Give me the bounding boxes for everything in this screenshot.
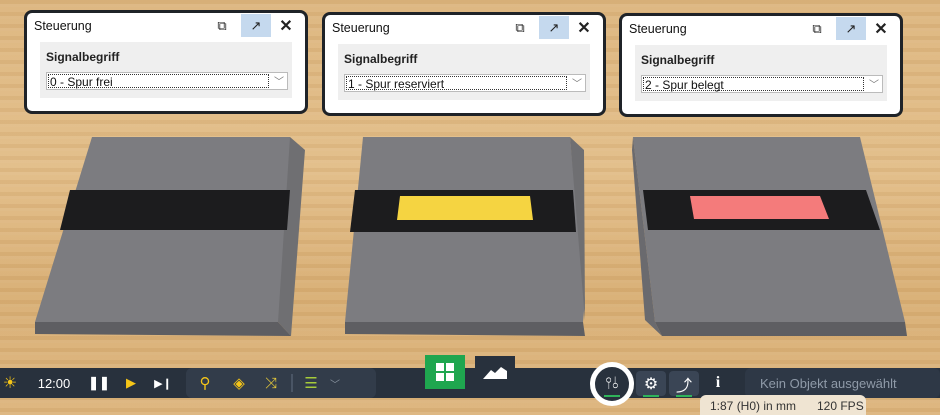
chevron-down-icon: ﹀ <box>869 80 879 91</box>
shuffle-icon[interactable]: ⤨ <box>260 368 282 398</box>
signal-block-1[interactable] <box>35 137 305 336</box>
pause-icon[interactable]: ❚❚ <box>88 368 110 398</box>
play-icon[interactable]: ▶ <box>120 368 142 398</box>
control-panel-1: Steuerung ⧉ ↗ ✕ Signalbegriff 0 - Spur f… <box>24 10 308 114</box>
chevron-down-icon[interactable]: ﹀ <box>326 368 344 398</box>
chevron-down-icon: ﹀ <box>274 77 284 88</box>
signal-block-3[interactable] <box>632 137 907 336</box>
search-icon[interactable]: ⚲ <box>194 368 216 398</box>
controls-button[interactable]: ⫯⫰ <box>597 371 627 397</box>
panel-title: Steuerung <box>34 19 92 33</box>
field-label: Signalbegriff <box>344 52 418 66</box>
list-icon[interactable]: ☰ <box>300 368 322 398</box>
divider <box>291 374 293 392</box>
grid-icon <box>436 363 454 381</box>
status-bar: 1:87 (H0) in mm 120 FPS <box>700 395 866 415</box>
dock-icon[interactable]: ⧉ <box>802 17 832 40</box>
signal-select[interactable]: 1 - Spur reserviert ﹀ <box>344 74 586 92</box>
selection-status: Kein Objekt ausgewählt <box>760 375 897 391</box>
gear-icon: ⚙ <box>643 375 659 393</box>
info-icon[interactable]: i <box>708 368 728 398</box>
close-icon[interactable]: ✕ <box>569 16 599 39</box>
axes-button[interactable]: ⤴ <box>669 371 699 397</box>
popout-icon[interactable]: ↗ <box>836 17 866 40</box>
layers-icon[interactable]: ◈ <box>228 368 250 398</box>
signal-select[interactable]: 0 - Spur frei ﹀ <box>46 72 288 90</box>
field-label: Signalbegriff <box>46 50 120 64</box>
mountain-icon <box>483 367 507 379</box>
select-value: 0 - Spur frei <box>48 74 269 89</box>
signal-light-yellow <box>397 196 533 220</box>
settings-button[interactable]: ⚙ <box>636 371 666 397</box>
axes-icon: ⤴ <box>675 377 692 395</box>
signal-block-2[interactable] <box>345 137 585 336</box>
dock-icon[interactable]: ⧉ <box>207 14 237 37</box>
popout-icon[interactable]: ↗ <box>539 16 569 39</box>
dock-icon[interactable]: ⧉ <box>505 16 535 39</box>
panel-title: Steuerung <box>332 21 390 35</box>
terrain-button[interactable] <box>475 356 515 388</box>
fps-label: 120 FPS <box>817 399 864 413</box>
field-label: Signalbegriff <box>641 53 715 67</box>
close-icon[interactable]: ✕ <box>866 17 896 40</box>
select-value: 1 - Spur reserviert <box>346 76 567 91</box>
scale-label: 1:87 (H0) in mm <box>710 399 797 413</box>
grid-view-button[interactable] <box>425 355 465 389</box>
time-display[interactable]: 12:00 <box>36 368 72 398</box>
signal-select[interactable]: 2 - Spur belegt ﹀ <box>641 75 883 93</box>
panel-title: Steuerung <box>629 22 687 36</box>
sliders-icon: ⫯⫰ <box>605 374 619 392</box>
control-panel-3: Steuerung ⧉ ↗ ✕ Signalbegriff 2 - Spur b… <box>619 13 903 117</box>
control-panel-2: Steuerung ⧉ ↗ ✕ Signalbegriff 1 - Spur r… <box>322 12 606 116</box>
close-icon[interactable]: ✕ <box>271 14 301 37</box>
step-forward-icon[interactable]: ▶❙ <box>152 368 174 398</box>
select-value: 2 - Spur belegt <box>643 77 864 92</box>
signal-light-red <box>690 196 829 219</box>
popout-icon[interactable]: ↗ <box>241 14 271 37</box>
sun-icon[interactable]: ☀ <box>0 368 20 398</box>
chevron-down-icon: ﹀ <box>572 79 582 90</box>
